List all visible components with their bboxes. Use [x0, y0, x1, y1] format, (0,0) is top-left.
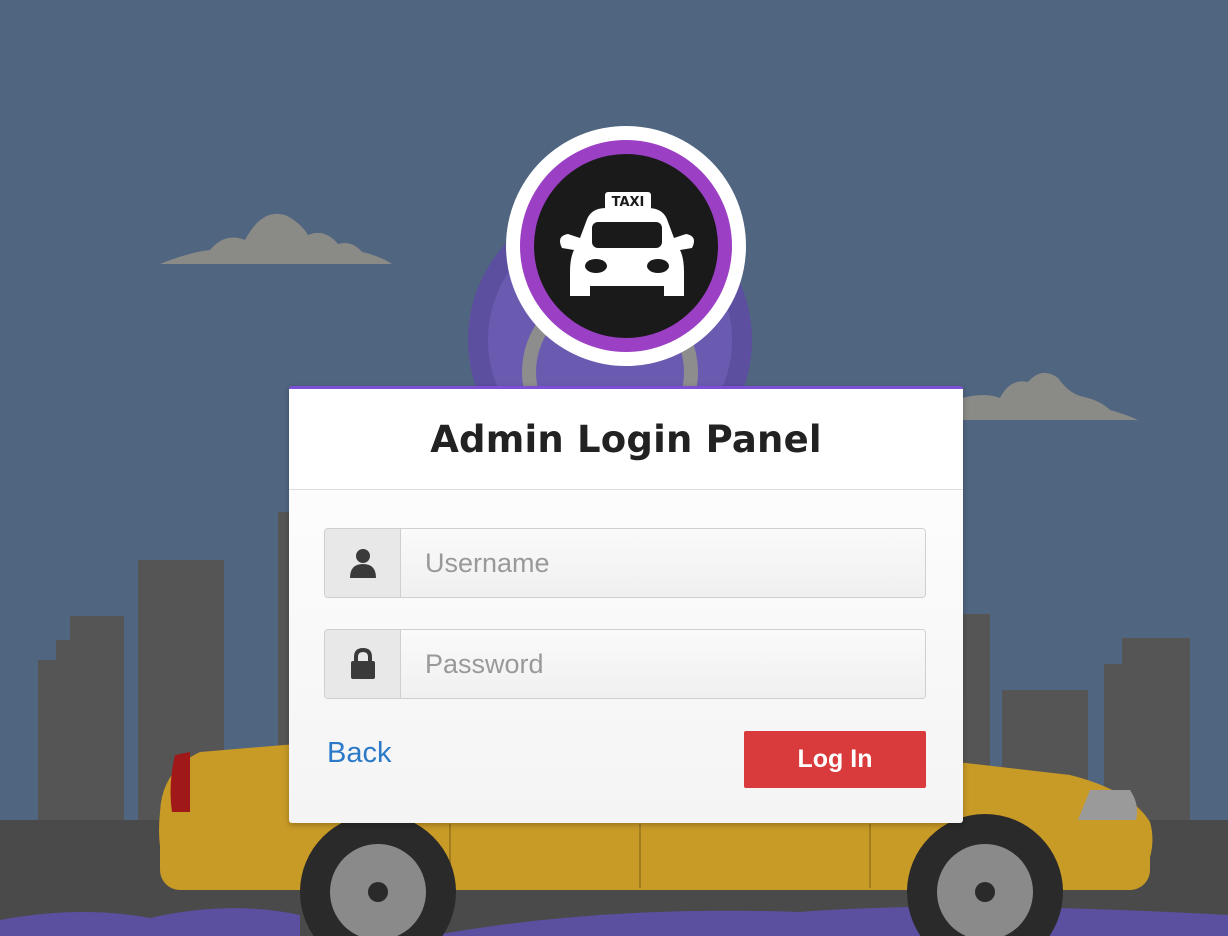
- lock-icon: [325, 630, 401, 698]
- panel-header: Admin Login Panel: [289, 389, 963, 490]
- page-title: Admin Login Panel: [430, 417, 822, 461]
- password-input[interactable]: [401, 630, 925, 698]
- taxi-logo: TAXI: [506, 126, 746, 366]
- taxi-sign-text: TAXI: [612, 195, 645, 210]
- username-input[interactable]: [401, 529, 925, 597]
- login-button[interactable]: Log In: [744, 731, 926, 788]
- user-icon: [325, 529, 401, 597]
- password-field: [324, 629, 926, 699]
- username-field: [324, 528, 926, 598]
- back-link[interactable]: Back: [327, 737, 391, 770]
- login-panel: Admin Login Panel Back Log In: [289, 386, 963, 823]
- login-screen: TAXI Admin Login Panel Username Back Log…: [0, 0, 1228, 936]
